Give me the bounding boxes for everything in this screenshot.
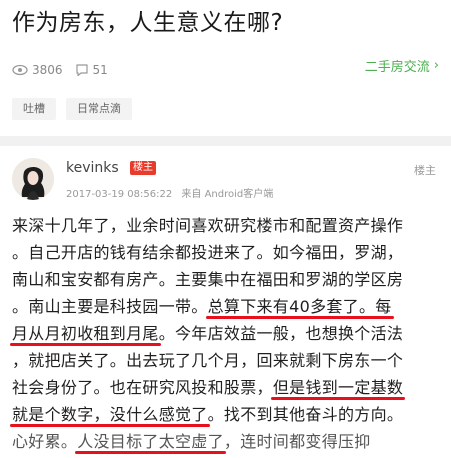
text-segment: 心好累。 — [12, 432, 78, 451]
text-segment: 。南山主要是科技园一带。 — [12, 297, 208, 316]
body-line: 月从月初收租到月尾。今年店效益一般，也想换个活法 — [12, 320, 440, 347]
category-link[interactable]: 二手房交流 › — [365, 56, 439, 75]
highlighted-text: 月从月初收租到月尾 — [12, 324, 159, 343]
text-segment: ，连时间都变得压抑 — [223, 432, 371, 451]
tag-chip[interactable]: 吐槽 — [12, 98, 56, 120]
post-body: 来深十几年了，业余时间喜欢研究楼市和配置资产操作 。自己开店的钱有结余都投进来了… — [12, 212, 440, 455]
section-divider — [0, 136, 451, 146]
tag-chip[interactable]: 日常点滴 — [66, 98, 132, 120]
eye-icon — [12, 64, 28, 76]
post-date: 2017-03-19 08:56:22 — [66, 189, 173, 200]
views-count: 3806 — [32, 63, 63, 77]
category-label: 二手房交流 — [364, 60, 430, 75]
avatar[interactable] — [12, 158, 54, 200]
post-stats: 3806 51 — [12, 58, 120, 82]
highlighted-text: 人没目标了太空虚了 — [77, 432, 224, 451]
post-source: 来自 Android客户端 — [181, 189, 274, 200]
text-segment: 社会身份了。也在研究风投和股票， — [12, 378, 273, 397]
body-line: 来深十几年了，业余时间喜欢研究楼市和配置资产操作 — [12, 212, 440, 239]
comments-count: 51 — [92, 63, 108, 77]
author-badge: 楼主 — [130, 161, 156, 175]
post-header: kevinks 楼主 2017-03-19 08:56:22 来自 Androi… — [12, 158, 440, 204]
avatar-image — [12, 158, 54, 200]
body-line: ，就把店关了。出去玩了几个月，回来就剩下房东一个 — [12, 347, 440, 374]
page-title: 作为房东，人生意义在哪? — [12, 10, 284, 36]
post-meta: 2017-03-19 08:56:22 来自 Android客户端 — [66, 185, 273, 200]
highlighted-text: 就是个数字，没什么感觉了 — [12, 405, 208, 424]
floor-label: 楼主 — [414, 164, 436, 177]
highlighted-text: 但是钱到一定基数 — [272, 378, 404, 397]
comments-stat: 51 — [75, 63, 108, 77]
body-line: 南山和宝安都有房产。主要集中在福田和罗湖的学区房 — [12, 266, 440, 293]
tag-list: 吐槽 日常点滴 — [12, 98, 142, 120]
text-segment: 。自己开店的钱有结余都投进来了。如今福田，罗湖， — [12, 243, 404, 262]
text-segment: 来深十几年了，业余时间喜欢研究楼市和配置资产操作 — [12, 216, 404, 235]
text-segment: 。今年店效益一般，也想换个活法 — [158, 324, 404, 343]
text-segment: 南山和宝安都有房产。主要集中在福田和罗湖的学区房 — [12, 270, 404, 289]
body-line: 心好累。人没目标了太空虚了，连时间都变得压抑 — [12, 428, 440, 455]
chevron-right-icon: › — [433, 58, 439, 73]
highlighted-text: 总算下来有40多套了。每 — [207, 297, 392, 316]
body-line: 就是个数字，没什么感觉了。找不到其他奋斗的方向。 — [12, 401, 440, 428]
body-line: 。自己开店的钱有结余都投进来了。如今福田，罗湖， — [12, 239, 440, 266]
comment-icon — [75, 64, 88, 77]
text-segment: ，就把店关了。出去玩了几个月，回来就剩下房东一个 — [12, 351, 404, 370]
views-stat: 3806 — [12, 63, 63, 77]
text-segment: 。找不到其他奋斗的方向。 — [207, 405, 404, 424]
body-line: 社会身份了。也在研究风投和股票，但是钱到一定基数 — [12, 374, 440, 401]
username[interactable]: kevinks — [66, 160, 119, 176]
body-line: 。南山主要是科技园一带。总算下来有40多套了。每 — [12, 293, 440, 320]
